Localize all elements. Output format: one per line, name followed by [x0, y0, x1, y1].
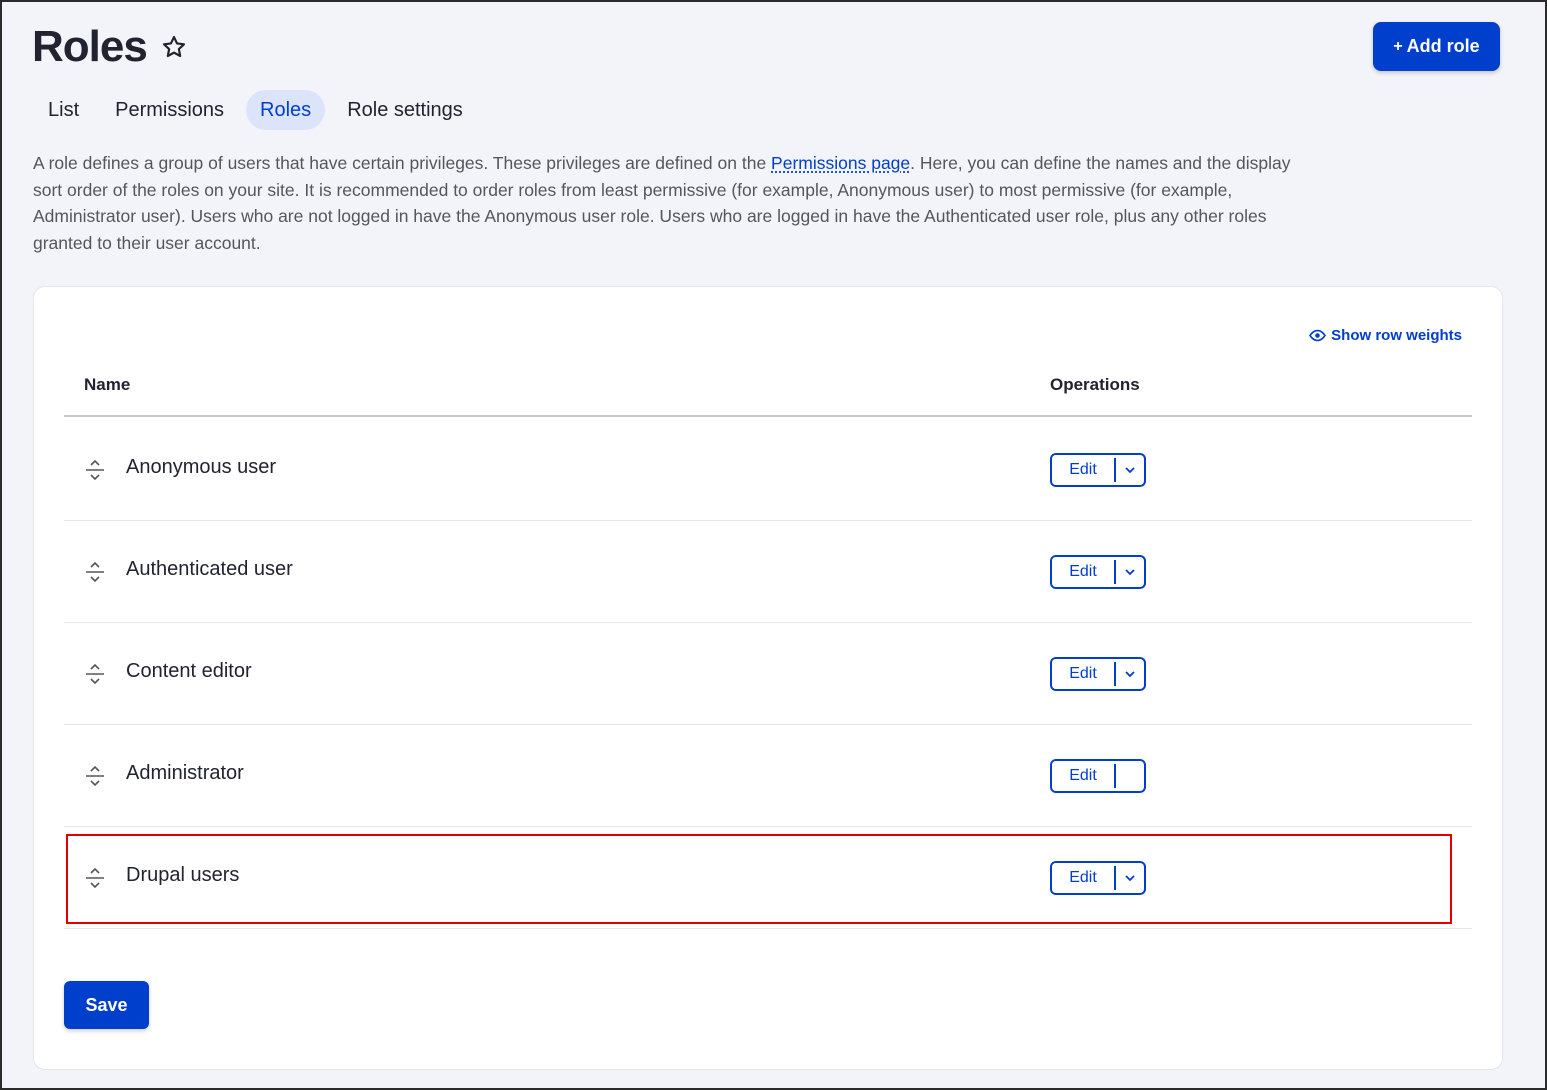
dropbutton-toggle[interactable]	[1116, 863, 1144, 893]
tab-role-settings[interactable]: Role settings	[333, 90, 477, 130]
tab-permissions[interactable]: Permissions	[101, 90, 238, 130]
drag-handle-icon[interactable]	[84, 663, 106, 685]
operations-dropbutton: Edit	[1050, 759, 1146, 793]
table-row: Anonymous user Edit	[64, 419, 1472, 521]
tab-list[interactable]: List	[34, 90, 93, 130]
tabs: List Permissions Roles Role settings	[34, 90, 485, 130]
page-title: Roles	[32, 22, 148, 71]
role-name: Authenticated user	[126, 558, 293, 580]
dropbutton-toggle-empty	[1116, 761, 1144, 791]
operations-dropbutton: Edit	[1050, 657, 1146, 691]
table-row: Authenticated user Edit	[64, 521, 1472, 623]
tab-roles[interactable]: Roles	[246, 90, 326, 130]
add-role-button[interactable]: + Add role	[1373, 22, 1500, 71]
chevron-down-icon	[1125, 467, 1135, 474]
star-icon[interactable]	[161, 34, 187, 60]
role-name: Drupal users	[126, 864, 240, 886]
drag-handle-icon[interactable]	[84, 867, 106, 889]
dropbutton-toggle[interactable]	[1116, 557, 1144, 587]
page-description: A role defines a group of users that hav…	[33, 150, 1323, 256]
drag-handle-icon[interactable]	[84, 765, 106, 787]
roles-card: Show row weights Name Operations Anonymo…	[33, 286, 1503, 1070]
column-header-operations: Operations	[1050, 375, 1140, 394]
edit-button[interactable]: Edit	[1052, 455, 1114, 485]
operations-dropbutton: Edit	[1050, 555, 1146, 589]
drag-handle-icon[interactable]	[84, 561, 106, 583]
chevron-down-icon	[1125, 569, 1135, 576]
table-row: Content editor Edit	[64, 623, 1472, 725]
table-row: Drupal users Edit	[64, 827, 1472, 929]
edit-button[interactable]: Edit	[1052, 557, 1114, 587]
page-header: Roles	[32, 22, 187, 72]
save-button[interactable]: Save	[64, 981, 149, 1029]
role-name: Administrator	[126, 762, 244, 784]
chevron-down-icon	[1125, 671, 1135, 678]
role-name: Anonymous user	[126, 456, 277, 478]
operations-dropbutton: Edit	[1050, 453, 1146, 487]
drag-handle-icon[interactable]	[84, 459, 106, 481]
chevron-down-icon	[1125, 875, 1135, 882]
column-header-name: Name	[84, 375, 131, 394]
dropbutton-toggle[interactable]	[1116, 659, 1144, 689]
edit-button[interactable]: Edit	[1052, 761, 1114, 791]
show-row-weights-link[interactable]: Show row weights	[1309, 327, 1462, 344]
plus-icon: +	[1393, 37, 1403, 55]
edit-button[interactable]: Edit	[1052, 659, 1114, 689]
role-name: Content editor	[126, 660, 252, 682]
permissions-page-link[interactable]: Permissions page	[771, 153, 910, 173]
show-row-weights-label: Show row weights	[1331, 327, 1462, 344]
add-role-label: Add role	[1406, 36, 1480, 56]
description-text-before: A role defines a group of users that hav…	[33, 153, 772, 173]
eye-icon	[1309, 327, 1327, 344]
operations-dropbutton: Edit	[1050, 861, 1146, 895]
dropbutton-toggle[interactable]	[1116, 455, 1144, 485]
table-row: Administrator Edit	[64, 725, 1472, 827]
edit-button[interactable]: Edit	[1052, 863, 1114, 893]
table-header: Name Operations	[64, 367, 1472, 417]
